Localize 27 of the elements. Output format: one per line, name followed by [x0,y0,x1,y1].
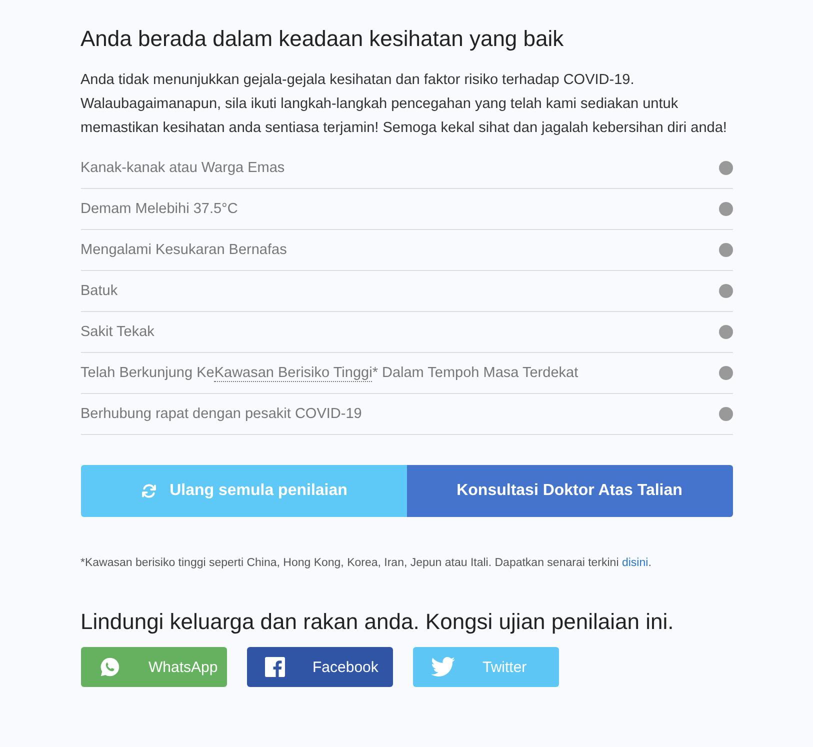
result-title: Anda berada dalam keadaan kesihatan yang baik [80,26,565,52]
facebook-icon [264,657,284,677]
symptom-label: Kanak-kanak atau Warga Emas [80,160,285,176]
symptom-label: Demam Melebihi 37.5°C [80,201,238,217]
share-button[interactable]: Facebook [246,647,392,687]
status-dot-icon [718,284,732,298]
footnote-link[interactable]: disini [622,557,648,569]
symptom-label: Berhubung rapat dengan pesakit COVID-19 [80,406,362,422]
footnote: *Kawasan berisiko tinggi seperti China, Hong Kong, Korea, Iran, Jepun atau Itali. Dapatkan senarai terkini disini. [80,557,652,569]
consult-button[interactable]: Konsultasi Doktor Atas Talian [406,465,732,517]
status-dot-icon [718,325,732,339]
result-description: Anda tidak menunjukkan gejala-gejala kesihatan dan faktor risiko terhadap COVID-19. Walaubagaimanapun, sila ikuti langkah-langkah pencegahan yang telah kami sediakan untuk memastikan kesihatan anda sentiasa terjamin! Semoga kekal sihat dan jagalah kebersihan diri anda! [80,71,728,138]
chat-bubble-icon [98,656,120,678]
bird-icon [430,657,454,677]
status-dot-icon [718,366,732,380]
status-dot-icon [718,202,732,216]
symptom-label: Sakit Tekak [80,324,154,340]
share-button[interactable]: WhatsApp [80,647,226,687]
status-dot-icon [718,243,732,257]
share-title: Lindungi keluarga dan rakan anda. Kongsi ujian penilaian ini. [80,609,675,635]
status-dot-icon [718,161,732,175]
refresh-icon [140,482,158,500]
status-dot-icon [718,407,732,421]
symptom-label: Batuk [80,283,118,299]
term-link[interactable]: Kawasan Berisiko Tinggi [214,365,372,382]
symptom-label: Mengalami Kesukaran Bernafas [80,242,287,258]
symptom-label: Telah Berkunjung KeKawasan Berisiko Tinggi* Dalam Tempoh Masa Terdekat [80,365,578,381]
